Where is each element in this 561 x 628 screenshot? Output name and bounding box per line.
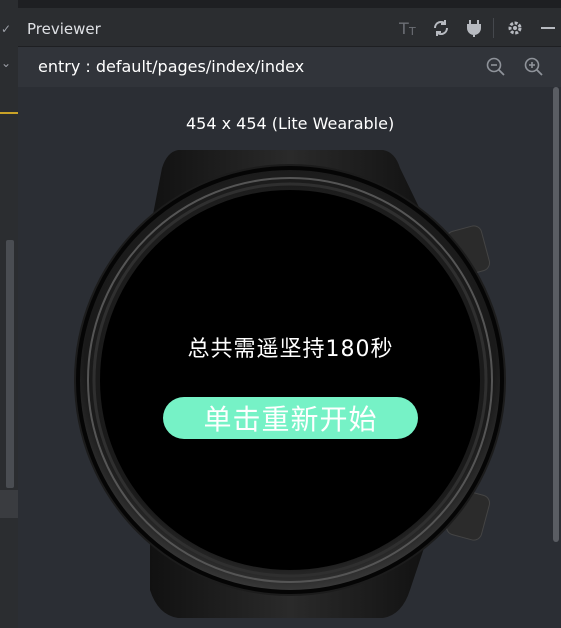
restart-button[interactable]: 单击重新开始 <box>163 397 418 439</box>
ide-toolbar-clipped <box>18 0 561 8</box>
left-panel-strip: ✓ ⌄ <box>0 0 19 628</box>
device-label: 454 x 454 (Lite Wearable) <box>186 114 395 133</box>
plug-icon[interactable] <box>463 17 485 39</box>
previewer-header: Previewer TT <box>18 8 561 47</box>
canvas-scrollbar[interactable] <box>553 87 559 542</box>
svg-text:T: T <box>399 19 409 37</box>
left-scrollbar[interactable] <box>6 240 14 488</box>
svg-text:T: T <box>408 25 416 37</box>
zoom-out-icon[interactable] <box>486 57 506 77</box>
active-indicator <box>0 112 18 114</box>
countdown-message: 总共需遥坚持180秒 <box>187 337 394 362</box>
minimize-icon[interactable] <box>537 17 559 39</box>
previewer-title: Previewer <box>27 20 101 38</box>
text-size-icon[interactable]: TT <box>398 17 420 39</box>
chevron-icon[interactable]: ✓ <box>1 22 11 36</box>
zoom-in-icon[interactable] <box>524 57 544 77</box>
toolbar-separator <box>493 18 494 38</box>
chevron-down-icon[interactable]: ⌄ <box>1 56 11 70</box>
page-path: entry : default/pages/index/index <box>38 57 305 76</box>
page-path-bar: entry : default/pages/index/index <box>18 47 561 87</box>
gear-icon[interactable] <box>504 17 526 39</box>
left-panel-footer <box>0 490 18 518</box>
refresh-icon[interactable] <box>430 17 452 39</box>
